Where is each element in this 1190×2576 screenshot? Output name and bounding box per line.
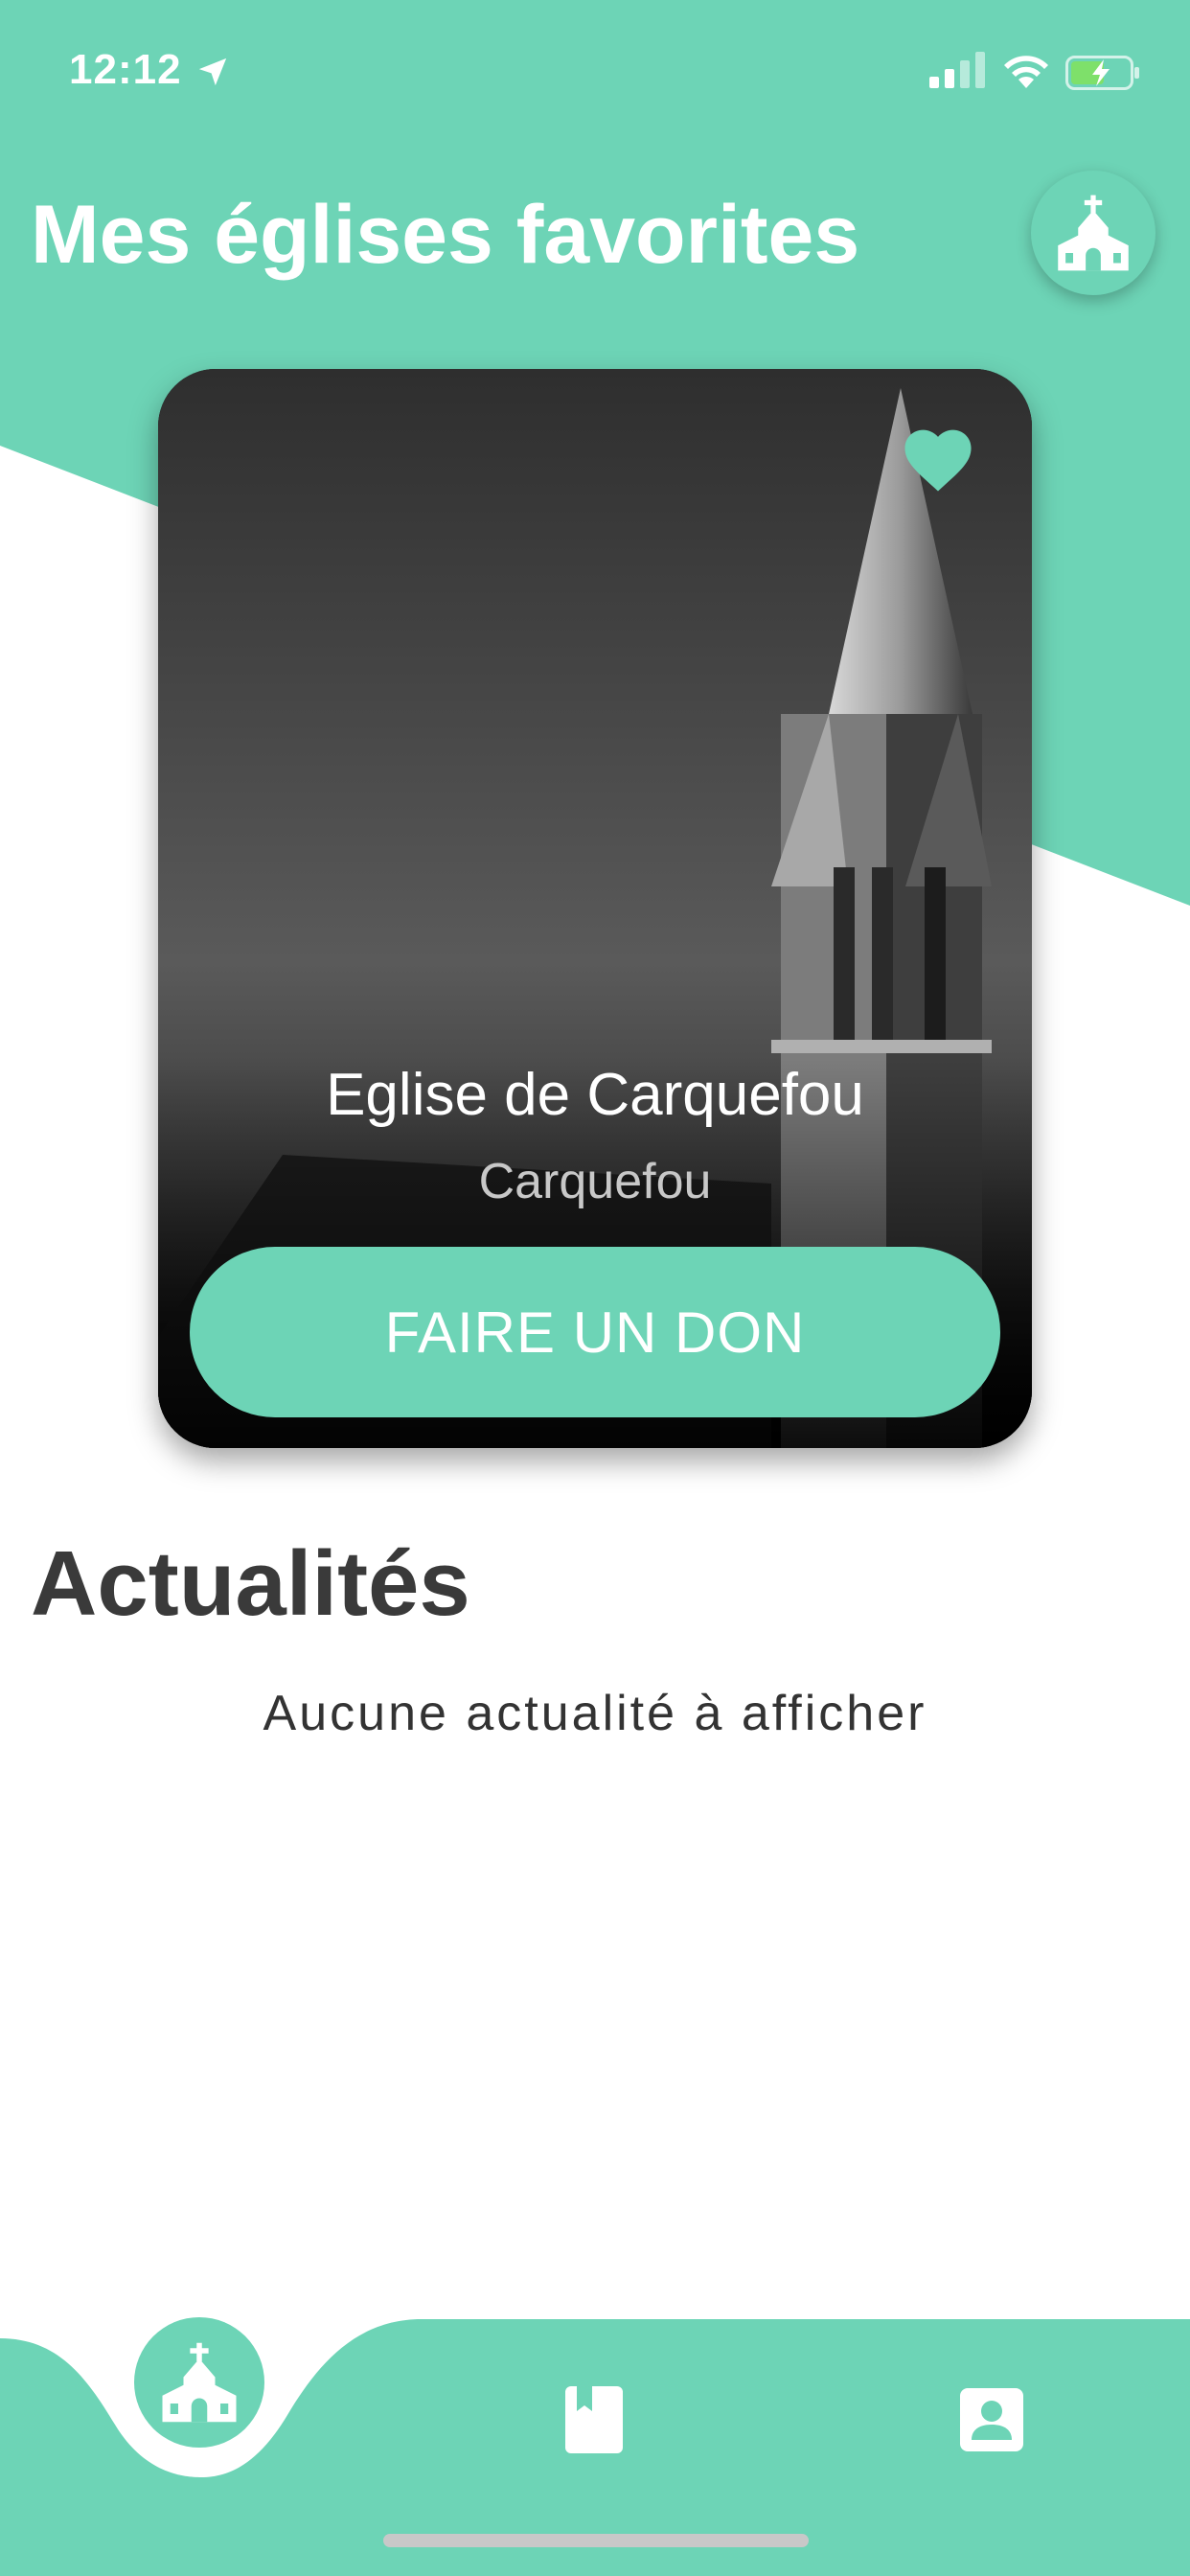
news-empty-message: Aucune actualité à afficher [263, 1686, 927, 1741]
signal-icon [929, 52, 985, 88]
status-time: 12:12 [69, 46, 182, 93]
page-title: Mes églises favorites [31, 189, 860, 281]
heart-icon[interactable] [898, 422, 978, 494]
church-icon [1058, 195, 1129, 271]
church-name: Eglise de Carquefou [326, 1062, 864, 1128]
church-button[interactable] [1031, 171, 1156, 295]
location-arrow-icon [198, 58, 227, 86]
nav-churches-button[interactable] [134, 2317, 264, 2448]
church-city: Carquefou [478, 1154, 712, 1209]
news-title: Actualités [31, 1532, 470, 1635]
wifi-icon [1004, 56, 1048, 88]
home-indicator [383, 2534, 809, 2547]
profile-icon[interactable] [960, 2388, 1023, 2451]
church-card[interactable]: Eglise de Carquefou Carquefou FAIRE UN D… [158, 369, 1032, 1448]
church-icon [162, 2342, 237, 2423]
donate-button[interactable]: FAIRE UN DON [190, 1247, 1000, 1417]
battery-charging-icon [1065, 56, 1139, 90]
book-icon[interactable] [565, 2386, 623, 2453]
